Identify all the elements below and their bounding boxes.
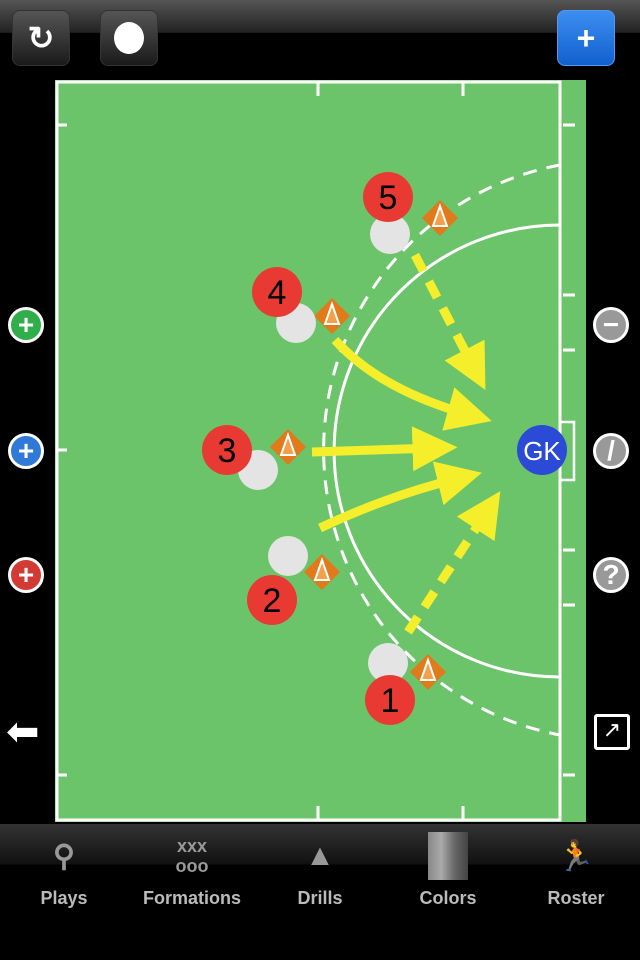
player-label: 1 [381, 682, 400, 720]
back-arrow-icon[interactable]: ⬅ [6, 712, 40, 752]
player-label: 4 [268, 274, 287, 312]
field[interactable]: 5 4 3 2 1 GK [0, 0, 640, 830]
plus-icon: + [17, 435, 35, 466]
help-button[interactable]: ? [593, 557, 629, 593]
player-icon: 🏃 [557, 839, 595, 873]
tab-label: Drills [297, 888, 343, 908]
tab-bar: ⚲ Plays xxx ooo Formations ▲ Drills Colors 🏃… [0, 824, 640, 924]
player-label: 2 [263, 582, 282, 620]
tab-formations[interactable]: xxx ooo Formations [128, 824, 256, 924]
minus-button[interactable]: − [593, 307, 629, 343]
add-green-button[interactable]: + [8, 307, 44, 343]
colors-icon [384, 824, 512, 888]
goalkeeper-label: GK [523, 436, 561, 466]
tab-roster[interactable]: 🏃 Roster [512, 824, 640, 924]
slash-icon: / [607, 435, 615, 466]
tab-label: Colors [419, 888, 477, 908]
tab-colors[interactable]: Colors [384, 824, 512, 924]
tab-drills[interactable]: ▲ Drills [256, 824, 384, 924]
player-label: 5 [379, 179, 398, 217]
plus-icon: + [17, 559, 35, 590]
export-icon: ↗ [602, 717, 622, 742]
minus-icon: − [602, 309, 620, 340]
cone-icon: ▲ [305, 839, 335, 872]
tab-label: Plays [40, 888, 88, 908]
erase-button[interactable]: / [593, 433, 629, 469]
tab-plays[interactable]: ⚲ Plays [0, 824, 128, 924]
tab-label: Roster [547, 888, 605, 908]
add-red-button[interactable]: + [8, 557, 44, 593]
player-label: 3 [218, 432, 237, 470]
help-icon: ? [602, 559, 620, 590]
formations-icon: xxx ooo [175, 836, 209, 876]
share-button[interactable]: ↗ [594, 714, 630, 750]
tab-label: Formations [142, 888, 241, 908]
add-blue-button[interactable]: + [8, 433, 44, 469]
plus-icon: + [17, 309, 35, 340]
plays-icon: ⚲ [53, 839, 75, 873]
